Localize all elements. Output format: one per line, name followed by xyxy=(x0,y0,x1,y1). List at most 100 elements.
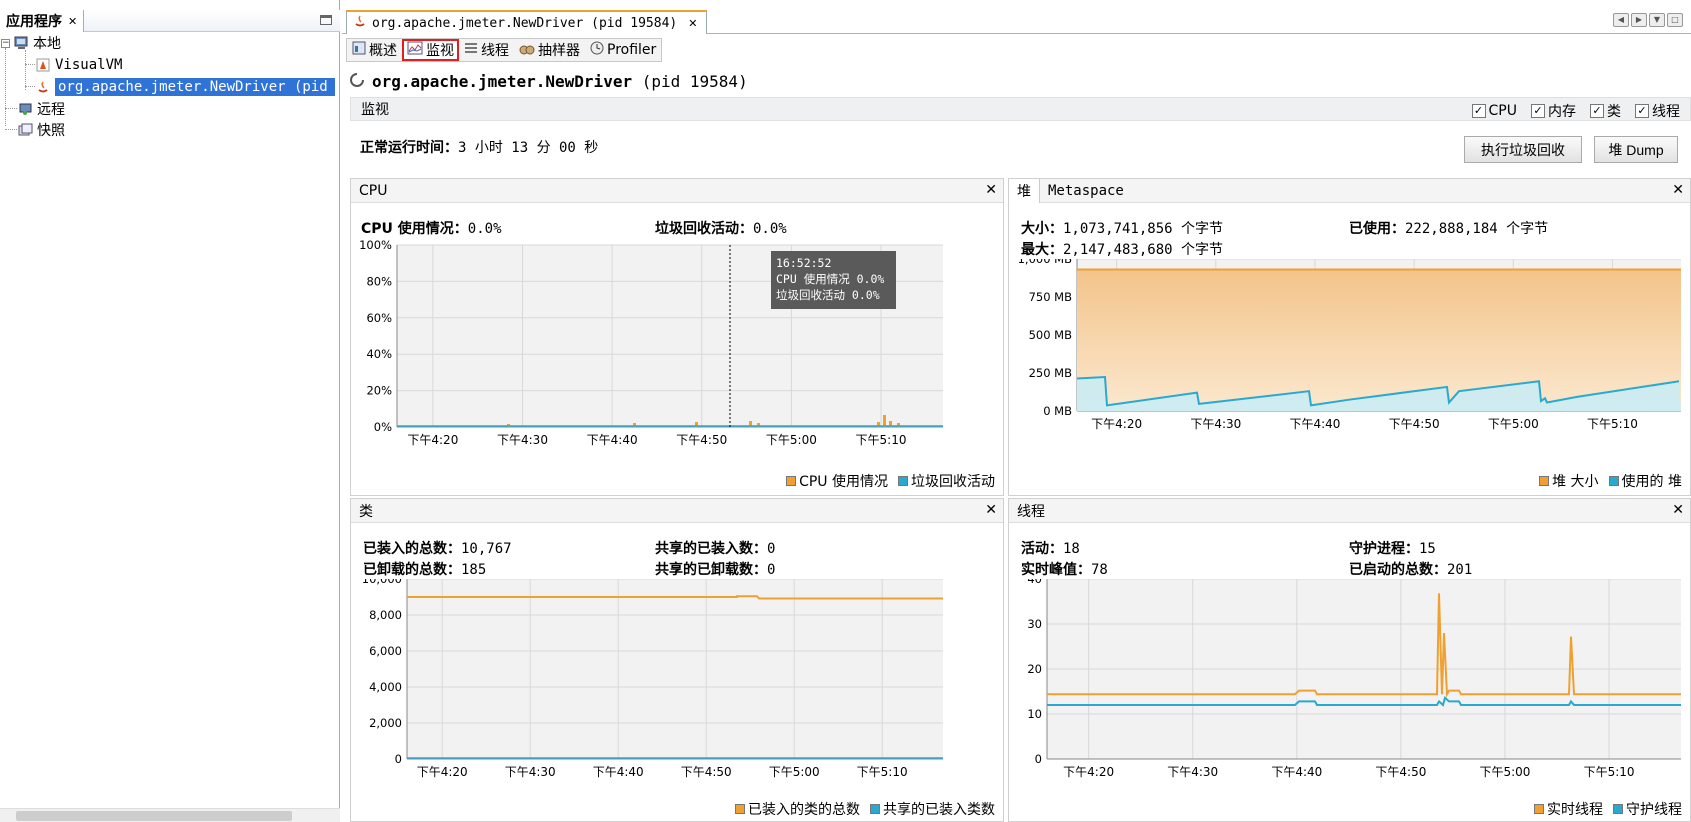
x-tick-label: 下午4:40 xyxy=(593,765,644,779)
started-threads-label: 已启动的总数： xyxy=(1349,562,1447,578)
maximize-icon[interactable]: □ xyxy=(1667,13,1683,27)
heap-legend: 堆 大小 使用的 堆 xyxy=(1539,471,1682,491)
y-tick-label: 750 MB xyxy=(1029,290,1073,304)
close-icon[interactable]: ✕ xyxy=(688,17,697,30)
tab-threads[interactable]: 线程 xyxy=(459,39,514,61)
loading-icon xyxy=(350,72,364,91)
unloaded-value: 185 xyxy=(461,562,487,578)
uptime-label: 正常运行时间： xyxy=(360,140,458,156)
tree-label-snapshot: 快照 xyxy=(37,123,65,139)
app-pid: (pid 19584) xyxy=(641,72,748,91)
heap-size-area xyxy=(1077,269,1681,411)
applications-tab[interactable]: 应用程序 ✕ xyxy=(0,10,85,32)
applications-panel: 应用程序 ✕ − 本地 VisualVM org.apache.jmeter.N… xyxy=(0,0,340,822)
page-title: org.apache.jmeter.NewDriver (pid 19584) xyxy=(350,72,748,91)
live-threads-label: 活动： xyxy=(1021,541,1063,557)
uptime-value: 3 小时 13 分 00 秒 xyxy=(458,140,599,156)
heap-size-label: 大小： xyxy=(1021,221,1063,237)
sampler-icon xyxy=(519,41,535,59)
visualvm-icon xyxy=(36,58,51,72)
minimize-icon[interactable] xyxy=(320,15,332,25)
check-icon: ✓ xyxy=(1471,104,1486,118)
java-icon xyxy=(353,14,367,32)
heap-max-label: 最大： xyxy=(1021,242,1063,258)
loaded-label: 已装入的总数： xyxy=(363,541,461,557)
checkbox-classes[interactable]: ✓ 类 xyxy=(1590,101,1621,121)
close-icon[interactable]: ✕ xyxy=(985,182,997,198)
cpu-usage-spike xyxy=(883,415,886,427)
tab-monitor-label: 监视 xyxy=(426,43,454,59)
tree-node-app[interactable]: org.apache.jmeter.NewDriver (pid 19584) xyxy=(36,77,340,97)
scroll-left-icon[interactable]: ◀ xyxy=(1613,13,1629,27)
tab-monitor[interactable]: 监视 xyxy=(402,39,459,61)
heap-used-label: 已使用： xyxy=(1349,221,1405,237)
checkbox-memory[interactable]: ✓ 内存 xyxy=(1531,101,1576,121)
x-tick-label: 下午4:50 xyxy=(676,433,727,447)
shared-loaded-value: 0 xyxy=(767,541,776,557)
classes-chart: 下午4:20 下午4:30 下午4:40 下午4:50 下午5:00 下午5:10 10,0… xyxy=(362,579,943,779)
legend-heap-size: 堆 大小 xyxy=(1552,474,1599,490)
legend-cpu-usage: CPU 使用情况 xyxy=(799,474,888,490)
peak-threads-label: 实时峰值： xyxy=(1021,562,1091,578)
y-tick-label: 20% xyxy=(366,384,392,398)
tooltip-time: 16:52:52 xyxy=(776,256,832,270)
classes-legend: 已装入的类的总数 共享的已装入类数 xyxy=(735,799,995,819)
x-tick-label: 下午5:10 xyxy=(857,765,908,779)
y-tick-label: 10 xyxy=(1027,707,1042,721)
heap-used-value: 222,888,184 个字节 xyxy=(1405,221,1549,237)
horizontal-scrollbar[interactable] xyxy=(0,808,340,822)
legend-swatch-blue xyxy=(1608,476,1619,486)
cpu-usage-label: CPU 使用情况： xyxy=(361,221,468,237)
x-tick-label: 下午4:30 xyxy=(1167,765,1218,779)
x-tick-label: 下午4:20 xyxy=(1091,417,1142,431)
checkbox-classes-label: 类 xyxy=(1607,104,1621,120)
overview-icon xyxy=(352,41,366,59)
x-tick-label: 下午4:50 xyxy=(1389,417,1440,431)
dropdown-icon[interactable]: ▼ xyxy=(1649,13,1665,27)
tree-label-visualvm: VisualVM xyxy=(55,57,123,73)
y-tick-label: 8,000 xyxy=(369,608,402,622)
scrollbar-thumb[interactable] xyxy=(16,811,292,821)
y-tick-label: 500 MB xyxy=(1029,328,1073,342)
threads-panel: 线程 ✕ 活动：18 实时峰值：78 守护进程：15 已启动的总数：201 下午4… xyxy=(1008,498,1691,822)
tab-sampler-label: 抽样器 xyxy=(538,43,580,59)
loaded-value: 10,767 xyxy=(461,541,512,557)
y-tick-label: 80% xyxy=(366,274,392,288)
tab-sampler[interactable]: 抽样器 xyxy=(514,39,585,61)
checkbox-threads[interactable]: ✓ 线程 xyxy=(1635,101,1680,121)
perform-gc-button[interactable]: 执行垃圾回收 xyxy=(1464,136,1582,163)
peak-threads-stat: 实时峰值：78 xyxy=(1021,559,1108,579)
tab-threads-label: 线程 xyxy=(481,43,509,59)
checkbox-cpu-label: CPU xyxy=(1488,103,1517,119)
tree-node-local[interactable]: − 本地 xyxy=(1,33,61,53)
network-icon xyxy=(18,102,33,116)
tab-overview[interactable]: 概述 xyxy=(347,39,402,61)
legend-swatch-orange xyxy=(1539,476,1550,486)
unloaded-stat: 已卸载的总数：185 xyxy=(363,559,486,579)
scroll-right-icon[interactable]: ▶ xyxy=(1631,13,1647,27)
tab-profiler[interactable]: Profiler xyxy=(585,39,661,61)
applications-tabbar: 应用程序 ✕ xyxy=(0,10,340,32)
started-threads-stat: 已启动的总数：201 xyxy=(1349,559,1472,579)
legend-shared-loaded: 共享的已装入类数 xyxy=(883,802,995,818)
daemon-threads-stat: 守护进程：15 xyxy=(1349,538,1436,558)
tree-node-snapshot[interactable]: 快照 xyxy=(18,120,65,140)
close-icon[interactable]: ✕ xyxy=(985,502,997,518)
heap-dump-button[interactable]: 堆 Dump xyxy=(1594,136,1678,163)
legend-swatch-orange xyxy=(1534,804,1544,814)
tab-heap[interactable]: 堆 xyxy=(1009,178,1040,203)
tab-profiler-label: Profiler xyxy=(607,42,657,58)
collapse-icon[interactable]: − xyxy=(1,38,10,48)
cpu-usage-value: 0.0% xyxy=(467,221,502,237)
checkbox-cpu[interactable]: ✓ CPU xyxy=(1471,101,1517,121)
daemon-threads-label: 守护进程： xyxy=(1349,541,1419,557)
close-icon[interactable]: ✕ xyxy=(1672,502,1684,518)
check-icon: ✓ xyxy=(1590,104,1604,118)
tree-node-remote[interactable]: 远程 xyxy=(18,99,65,119)
tab-metaspace[interactable]: Metaspace xyxy=(1040,183,1124,199)
document-tab[interactable]: org.apache.jmeter.NewDriver (pid 19584) … xyxy=(346,10,707,34)
close-icon[interactable]: ✕ xyxy=(1672,182,1684,198)
x-tick-label: 下午4:20 xyxy=(1063,765,1114,779)
tree-node-visualvm[interactable]: VisualVM xyxy=(36,55,122,75)
close-icon[interactable]: ✕ xyxy=(68,15,77,28)
